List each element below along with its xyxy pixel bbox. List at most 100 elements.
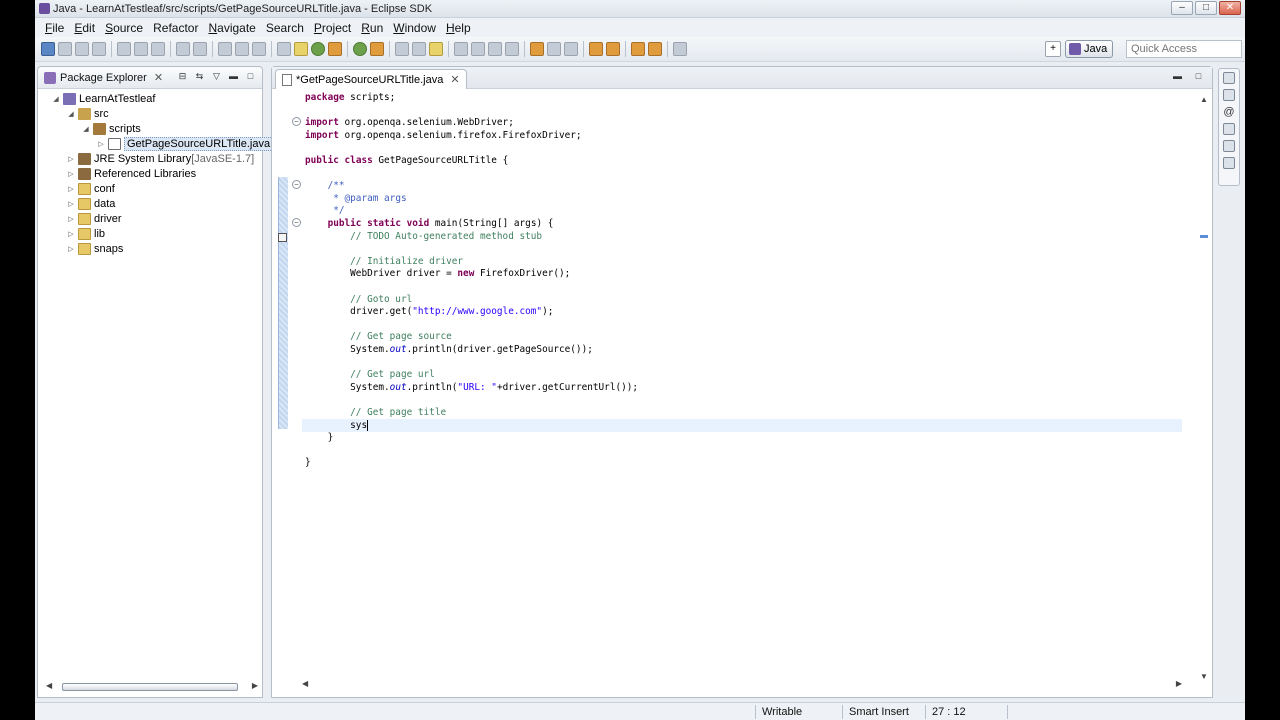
collapsed-twisty-icon[interactable]: ▷ — [67, 170, 75, 178]
expanded-twisty-icon[interactable]: ◢ — [82, 125, 90, 133]
toolbar-tool-icon[interactable] — [547, 42, 561, 56]
tree-item[interactable]: ▷ Referenced Libraries — [67, 166, 196, 181]
toolbar-tool-icon[interactable] — [92, 42, 106, 56]
maximize-button[interactable]: □ — [1195, 1, 1217, 15]
collapsed-twisty-icon[interactable]: ▷ — [67, 215, 75, 223]
editor-vertical-scrollbar[interactable]: ▲ ▼ — [1198, 91, 1210, 681]
fold-javadoc-icon[interactable]: − — [292, 180, 301, 189]
restore-icon[interactable] — [1223, 72, 1235, 84]
tree-item[interactable]: ▷ lib — [67, 226, 105, 241]
toolbar-tool-icon[interactable] — [252, 42, 266, 56]
menu-window[interactable]: Window — [388, 21, 441, 35]
tree-item[interactable]: ▷ data — [67, 196, 115, 211]
collapsed-twisty-icon[interactable]: ▷ — [67, 185, 75, 193]
minimize-editor-icon[interactable]: ▬ — [1172, 71, 1183, 82]
toolbar-tool-icon[interactable] — [395, 42, 409, 56]
declaration-icon[interactable] — [1223, 123, 1235, 135]
minimize-view-icon[interactable]: ▬ — [228, 71, 239, 82]
javadoc-icon[interactable]: @ — [1223, 106, 1235, 118]
toolbar-tool-icon[interactable] — [429, 42, 443, 56]
tree-item[interactable]: ◢ src — [67, 106, 109, 121]
toolbar-tool-icon[interactable] — [218, 42, 232, 56]
toolbar-tool-icon[interactable] — [235, 42, 249, 56]
collapse-all-icon[interactable]: ⊟ — [177, 71, 188, 82]
package-explorer-tab[interactable]: Package Explorer — [60, 72, 147, 84]
scroll-left-icon[interactable]: ◀ — [46, 681, 52, 690]
toolbar-tool-icon[interactable] — [564, 42, 578, 56]
scroll-right-icon[interactable]: ▶ — [1176, 679, 1182, 688]
toolbar-tool-icon[interactable] — [311, 42, 325, 56]
toolbar-tool-icon[interactable] — [134, 42, 148, 56]
toolbar-tool-icon[interactable] — [648, 42, 662, 56]
open-perspective-icon[interactable]: + — [1045, 41, 1061, 57]
problems-icon[interactable] — [1223, 140, 1235, 152]
tree-item[interactable]: ▷ conf — [67, 181, 115, 196]
java-perspective-button[interactable]: Java — [1065, 40, 1114, 58]
expanded-twisty-icon[interactable]: ◢ — [52, 95, 60, 103]
menu-run[interactable]: Run — [356, 21, 388, 35]
menu-project[interactable]: Project — [309, 21, 356, 35]
toolbar-tool-icon[interactable] — [193, 42, 207, 56]
toolbar-tool-icon[interactable] — [353, 42, 367, 56]
tree-item[interactable]: ◢ LearnAtTestleaf — [52, 91, 155, 106]
toolbar-tool-icon[interactable] — [488, 42, 502, 56]
toolbar-tool-icon[interactable] — [176, 42, 190, 56]
scroll-left-icon[interactable]: ◀ — [302, 679, 308, 688]
collapsed-twisty-icon[interactable]: ▷ — [67, 155, 75, 163]
editor-tab[interactable]: *GetPageSourceURLTitle.java ✕ — [275, 69, 467, 89]
toolbar-tool-icon[interactable] — [530, 42, 544, 56]
fold-method-icon[interactable]: − — [292, 218, 301, 227]
quick-access-input[interactable] — [1126, 40, 1242, 58]
menu-search[interactable]: Search — [261, 21, 309, 35]
tree-item[interactable]: ▷ driver — [67, 211, 122, 226]
toolbar-tool-icon[interactable] — [151, 42, 165, 56]
toolbar-tool-icon[interactable] — [75, 42, 89, 56]
toolbar-tool-icon[interactable] — [58, 42, 72, 56]
toolbar-tool-icon[interactable] — [606, 42, 620, 56]
toolbar-tool-icon[interactable] — [673, 42, 687, 56]
scroll-up-icon[interactable]: ▲ — [1200, 95, 1208, 104]
scroll-right-icon[interactable]: ▶ — [252, 681, 258, 690]
toolbar-tool-icon[interactable] — [471, 42, 485, 56]
toolbar-tool-icon[interactable] — [631, 42, 645, 56]
close-button[interactable]: ✕ — [1219, 1, 1241, 15]
collapsed-twisty-icon[interactable]: ▷ — [67, 200, 75, 208]
fold-imports-icon[interactable]: − — [292, 117, 301, 126]
editor-horizontal-scrollbar[interactable]: ◀ ▶ — [302, 679, 1182, 691]
menu-source[interactable]: Source — [100, 21, 148, 35]
view-menu-icon[interactable]: ▽ — [211, 71, 222, 82]
java-editor[interactable]: *GetPageSourceURLTitle.java ✕ ▬ □ − − − … — [271, 66, 1213, 698]
console-icon[interactable] — [1223, 157, 1235, 169]
menu-navigate[interactable]: Navigate — [203, 21, 260, 35]
toolbar-tool-icon[interactable] — [505, 42, 519, 56]
link-with-editor-icon[interactable]: ⇆ — [194, 71, 205, 82]
outline-icon[interactable] — [1223, 89, 1235, 101]
toolbar-tool-icon[interactable] — [454, 42, 468, 56]
scrollbar-thumb[interactable] — [62, 683, 238, 691]
toolbar-tool-icon[interactable] — [370, 42, 384, 56]
toolbar-tool-icon[interactable] — [589, 42, 603, 56]
menu-refactor[interactable]: Refactor — [148, 21, 203, 35]
tree-item[interactable]: ◢ scripts — [82, 121, 141, 136]
menu-edit[interactable]: Edit — [69, 21, 100, 35]
collapsed-twisty-icon[interactable]: ▷ — [67, 230, 75, 238]
tree-item[interactable]: ▷ snaps — [67, 241, 123, 256]
toolbar-tool-icon[interactable] — [117, 42, 131, 56]
package-explorer-scrollbar[interactable]: ◀ ▶ — [46, 681, 258, 693]
menu-file[interactable]: File — [40, 21, 69, 35]
menu-help[interactable]: Help — [441, 21, 476, 35]
collapsed-twisty-icon[interactable]: ▷ — [97, 140, 105, 148]
toolbar-tool-icon[interactable] — [41, 42, 55, 56]
minimize-button[interactable]: – — [1171, 1, 1193, 15]
toolbar-tool-icon[interactable] — [328, 42, 342, 56]
collapsed-twisty-icon[interactable]: ▷ — [67, 245, 75, 253]
tree-item[interactable]: ▷ JRE System Library [JavaSE-1.7] — [67, 151, 254, 166]
maximize-view-icon[interactable]: □ — [245, 71, 256, 82]
close-view-icon[interactable]: ✕ — [154, 71, 163, 84]
tree-item[interactable]: ▷ GetPageSourceURLTitle.java — [97, 136, 274, 151]
scroll-down-icon[interactable]: ▼ — [1200, 672, 1208, 681]
toolbar-tool-icon[interactable] — [412, 42, 426, 56]
close-tab-icon[interactable]: ✕ — [450, 73, 459, 86]
expanded-twisty-icon[interactable]: ◢ — [67, 110, 75, 118]
task-marker-icon[interactable] — [278, 233, 287, 242]
